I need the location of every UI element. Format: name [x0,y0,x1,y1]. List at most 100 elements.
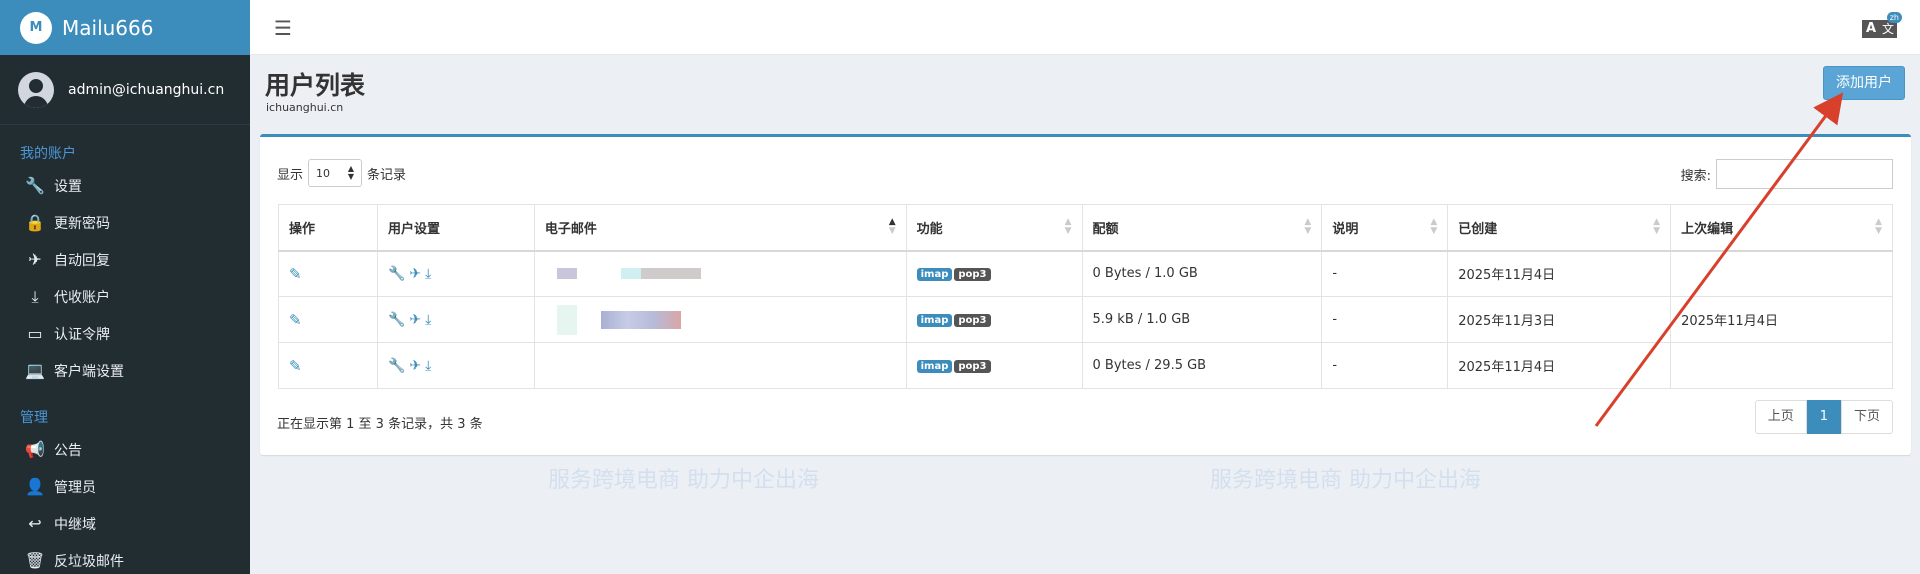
sidebar-item-label: 更新密码 [54,215,110,232]
feature-badge-pop3: pop3 [954,314,991,327]
sidebar-item-client[interactable]: 💻 客户端设置 [0,352,250,389]
sidebar-item-password[interactable]: 🔒 更新密码 [0,204,250,241]
edited-cell [1670,342,1893,389]
users-table: 操作 用户设置 电子邮件 ▲ ▼ 功能 ▲ ▼ 配额 ▲ ▼ 说明 ▲ ▼ 已创建 ▲ ▼ 上次编辑… [278,204,1893,389]
sidebar-item-label: 公告 [54,442,82,459]
created-cell: 2025年11月4日 [1447,342,1672,389]
plane-icon: ✈ [28,250,42,269]
language-badge: zh [1886,12,1902,23]
sidebar-item-label: 代收账户 [54,289,110,306]
comment-cell: - [1321,342,1449,389]
trash-icon: 🗑 [24,551,46,570]
avatar [18,71,54,108]
created-cell: 2025年11月3日 [1447,296,1672,343]
sidebar-section-title: 管理 [20,410,48,426]
watermark-sub: 服务跨境电商 助力中企出海 [1210,468,1481,493]
bullhorn-icon: 📢 [25,440,45,459]
col-features[interactable]: 功能 ▲ ▼ [905,204,1083,252]
user-email: admin@ichuanghui.cn [68,81,225,98]
edited-cell [1670,250,1893,297]
sidebar-item-label: 客户端设置 [54,363,124,380]
top-header: ☰ A 文 zh [250,0,1920,55]
col-quota[interactable]: 配额 ▲ ▼ [1081,204,1323,252]
sort-icon: ▲ ▼ [1430,217,1438,236]
prev-page-button[interactable]: 上页 [1754,400,1807,434]
sidebar-item-announcement[interactable]: 📢 公告 [0,431,250,468]
sidebar-item-label: 中继域 [54,516,96,533]
sidebar-item-tokens[interactable]: ▭ 认证令牌 [0,315,250,352]
next-page-button[interactable]: 下页 [1840,400,1893,434]
sidebar-item-settings[interactable]: 🔧 设置 [0,167,250,204]
table-info: 正在显示第 1 至 3 条记录，共 3 条 [277,417,483,432]
created-cell: 2025年11月4日 [1447,250,1672,297]
quota-cell: 0 Bytes / 1.0 GB [1081,250,1323,297]
user-settings-icons[interactable]: 🔧✈⤓ [388,358,435,374]
user-settings-icons[interactable]: 🔧✈⤓ [388,266,435,282]
sidebar-section-admin: 管理 📢 公告 👤 管理员 ↩ 中继域 🗑 反垃圾邮件 [0,389,250,574]
col-last-edit[interactable]: 上次编辑 ▲ ▼ [1670,204,1893,252]
user-icon: 👤 [25,477,45,496]
add-user-button[interactable]: 添加用户 [1823,66,1905,100]
feature-badge-pop3: pop3 [954,360,991,373]
email-cell-blurred [533,296,907,343]
lock-icon: 🔒 [25,213,45,232]
sidebar-item-auto-reply[interactable]: ✈ 自动回复 [0,241,250,278]
table-row: ✎ 🔧✈⤓ imap pop3 0 Bytes / 29.5 GB - 2025年… [278,342,1893,389]
mailu-logo-icon: M [20,11,52,44]
user-settings-icons[interactable]: 🔧✈⤓ [388,312,435,328]
edit-pencil-icon[interactable]: ✎ [289,265,302,283]
email-cell-blurred [533,342,907,389]
sidebar-item-label: 认证令牌 [54,326,110,343]
ticket-icon: ▭ [27,324,43,343]
reply-icon: ↩ [28,514,42,533]
app-name: Mailu666 [62,15,154,40]
feature-badge-imap: imap [916,314,953,327]
sidebar-item-relays[interactable]: ↩ 中继域 [0,505,250,542]
search-label: 搜索: [1680,168,1711,184]
length-prefix: 显示 [277,167,304,183]
sidebar-item-label: 管理员 [54,479,96,496]
sort-icon: ▲ ▼ [1304,217,1312,236]
email-cell-blurred [533,250,907,297]
search-input[interactable] [1716,159,1893,189]
sidebar-item-label: 自动回复 [54,252,110,269]
search-control: 搜索: [1681,159,1893,189]
edited-cell: 2025年11月4日 [1670,296,1893,343]
edit-pencil-icon[interactable]: ✎ [289,357,302,375]
select-arrows-icon: ▲ ▼ [347,164,355,181]
page-length-select[interactable]: 10 ▲ ▼ [308,159,363,187]
sidebar-item-antispam[interactable]: 🗑 反垃圾邮件 [0,542,250,574]
language-icon: A [1862,20,1880,38]
sort-icon: ▲ ▼ [1064,217,1072,236]
page-subtitle: ichuanghui.cn [266,101,344,114]
edit-pencil-icon[interactable]: ✎ [289,311,302,329]
user-panel: admin@ichuanghui.cn [0,55,250,125]
sidebar-item-fetch[interactable]: ⤓ 代收账户 [0,278,250,315]
sidebar-section-title: 我的账户 [20,146,76,162]
menu-toggle-icon[interactable]: ☰ [274,16,292,40]
table-header-row: 操作 用户设置 电子邮件 ▲ ▼ 功能 ▲ ▼ 配额 ▲ ▼ 说明 ▲ ▼ 已创建 ▲ ▼ 上次编辑… [278,204,1893,252]
page-1-button[interactable]: 1 [1806,400,1841,434]
page-length-value: 10 [316,166,331,180]
table-row: ✎ 🔧✈⤓ imap pop3 5.9 kB / 1.0 GB - 2025年11… [278,296,1893,343]
comment-cell: - [1321,296,1449,343]
col-user-settings: 用户设置 [376,204,535,252]
col-comment[interactable]: 说明 ▲ ▼ [1321,204,1449,252]
col-created[interactable]: 已创建 ▲ ▼ [1447,204,1672,252]
length-suffix: 条记录 [367,167,407,183]
sidebar-item-admins[interactable]: 👤 管理员 [0,468,250,505]
sidebar-item-label: 设置 [54,178,82,195]
col-email[interactable]: 电子邮件 ▲ ▼ [533,204,907,252]
sort-icon: ▲ ▼ [1875,217,1882,236]
laptop-icon: 💻 [25,361,45,380]
sort-icon: ▲ ▼ [888,217,896,236]
quota-cell: 5.9 kB / 1.0 GB [1081,296,1323,343]
brand[interactable]: M Mailu666 [0,0,250,55]
download-icon: ⤓ [31,286,39,306]
page-title: 用户列表 [265,71,366,100]
language-switcher[interactable]: A 文 zh [1862,12,1902,42]
sort-icon: ▲ ▼ [1653,217,1661,236]
feature-badge-imap: imap [916,268,953,282]
sidebar-item-label: 反垃圾邮件 [54,553,124,570]
feature-badge-pop3: pop3 [954,268,991,282]
